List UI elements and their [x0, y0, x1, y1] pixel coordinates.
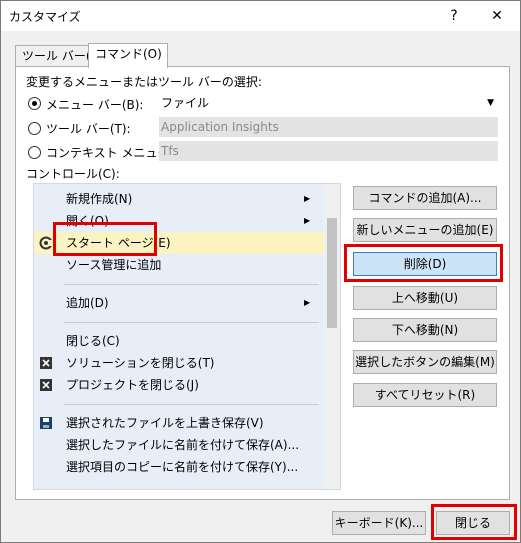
add-menu-button[interactable]: 新しいメニューの追加(E)	[353, 218, 497, 242]
submenu-arrow-icon: ▶	[304, 298, 311, 307]
list-item[interactable]: 新規作成(N) ▶	[34, 188, 324, 210]
window-title: カスタマイズ	[9, 10, 81, 24]
separator	[64, 322, 319, 323]
help-button[interactable]: ?	[436, 3, 472, 29]
selection-label: 変更するメニューまたはツール バーの選択:	[26, 75, 262, 89]
controls-label: コントロール(C):	[26, 167, 120, 181]
list-item[interactable]: 開く(O) ▶	[34, 210, 324, 232]
reset-all-button[interactable]: すべてリセット(R)	[353, 383, 497, 407]
close-project-icon	[38, 377, 54, 393]
submenu-arrow-icon: ▶	[304, 216, 311, 225]
list-item[interactable]: 閉じる(C)	[34, 330, 324, 352]
toolbar-select: Application Insights	[159, 117, 498, 137]
list-item[interactable]: 選択されたファイルを上書き保存(V)	[34, 412, 324, 434]
commands-panel: 変更するメニューまたはツール バーの選択: メニュー バー(B): ファイル ▼…	[15, 66, 510, 500]
chevron-down-icon: ▼	[487, 98, 494, 108]
close-solution-icon	[38, 355, 54, 371]
menu-bar-select[interactable]: ファイル ▼	[159, 93, 498, 113]
tab-toolbars[interactable]: ツール バー(S)	[15, 45, 103, 66]
menu-bar-select-value: ファイル	[161, 96, 210, 110]
submenu-arrow-icon: ▶	[304, 194, 311, 203]
customize-dialog: カスタマイズ ? ✕ ツール バー(S) コマンド(O) 変更するメニューまたは…	[0, 0, 521, 543]
radio-toolbar-label: ツール バー(T):	[46, 122, 131, 136]
radio-menu-bar-label: メニュー バー(B):	[46, 98, 144, 112]
move-up-button[interactable]: 上へ移動(U)	[353, 286, 497, 310]
edit-button-button[interactable]: 選択したボタンの編集(M)	[353, 350, 497, 374]
separator	[64, 284, 319, 285]
save-icon	[38, 415, 54, 431]
start-page-icon	[38, 235, 54, 251]
help-icon: ?	[450, 8, 458, 24]
close-button[interactable]: 閉じる	[436, 511, 510, 535]
delete-button[interactable]: 削除(D)	[353, 252, 497, 276]
controls-list[interactable]: 新規作成(N) ▶ 開く(O) ▶ スタート ページ(E) ソース管理に追加 追…	[33, 183, 341, 490]
tab-commands[interactable]: コマンド(O)	[88, 43, 168, 68]
radio-menu-bar[interactable]	[28, 97, 41, 110]
context-menu-select: Tfs	[159, 141, 498, 161]
close-window-button[interactable]: ✕	[479, 3, 515, 29]
list-item[interactable]: ソリューションを閉じる(T)	[34, 352, 324, 374]
scrollbar-thumb[interactable]	[327, 218, 337, 328]
add-command-button[interactable]: コマンドの追加(A)...	[353, 186, 497, 210]
title-bar: カスタマイズ ? ✕	[1, 1, 520, 31]
list-scrollbar[interactable]	[324, 184, 340, 489]
close-icon: ✕	[491, 8, 503, 24]
list-item[interactable]: ソース管理に追加	[34, 254, 324, 276]
radio-context-menu[interactable]	[28, 146, 41, 159]
list-item[interactable]: 追加(D) ▶	[34, 292, 324, 314]
list-item[interactable]: プロジェクトを閉じる(J)	[34, 374, 324, 396]
separator	[64, 404, 319, 405]
move-down-button[interactable]: 下へ移動(N)	[353, 318, 497, 342]
radio-toolbar[interactable]	[28, 122, 41, 135]
list-item[interactable]: 選択したファイルに名前を付けて保存(A)...	[34, 434, 324, 456]
list-item[interactable]: 選択項目のコピーに名前を付けて保存(Y)...	[34, 456, 324, 478]
keyboard-button[interactable]: キーボード(K)...	[332, 511, 426, 535]
list-item-selected[interactable]: スタート ページ(E)	[34, 232, 324, 254]
